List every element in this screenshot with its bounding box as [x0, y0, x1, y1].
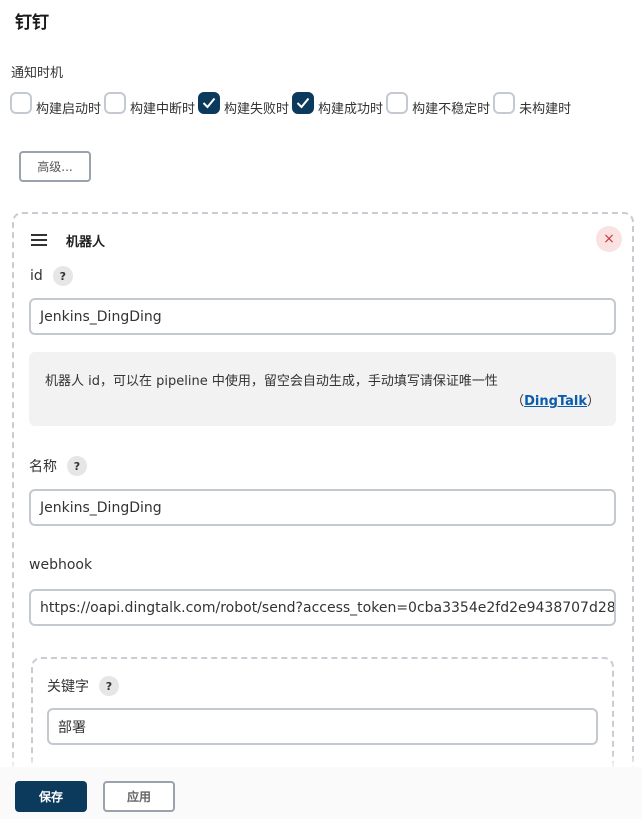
- checkbox-label: 未构建时: [519, 101, 572, 117]
- close-icon[interactable]: ×: [596, 226, 622, 252]
- id-help-box: 机器人 id，可以在 pipeline 中使用，留空会自动生成，手动填写请保证唯…: [29, 352, 616, 426]
- id-input[interactable]: Jenkins_DingDing: [29, 298, 616, 335]
- checkbox[interactable]: [10, 92, 32, 114]
- webhook-label-text: webhook: [29, 557, 93, 573]
- keyword-label-text: 关键字: [47, 679, 89, 695]
- checkbox[interactable]: [198, 92, 221, 114]
- webhook-input[interactable]: https://oapi.dingtalk.com/robot/send?acc…: [29, 589, 616, 626]
- save-button[interactable]: 保存: [15, 781, 87, 812]
- page-title: 钉钉: [15, 13, 49, 33]
- help-icon[interactable]: ?: [67, 456, 87, 476]
- bottom-action-bar: [0, 767, 642, 819]
- notify-option-abort[interactable]: 构建中断时: [104, 92, 196, 117]
- keyword-field-label: 关键字 ?: [47, 676, 119, 696]
- name-input[interactable]: Jenkins_DingDing: [29, 489, 616, 526]
- checkbox-label: 构建启动时: [36, 101, 102, 117]
- drag-handle-icon[interactable]: [31, 234, 47, 249]
- id-field-label: id ?: [30, 266, 73, 286]
- notify-option-start[interactable]: 构建启动时: [10, 92, 102, 117]
- id-help-text: 机器人 id，可以在 pipeline 中使用，留空会自动生成，手动填写请保证唯…: [45, 374, 498, 389]
- help-icon[interactable]: ?: [99, 676, 119, 696]
- dingtalk-link[interactable]: DingTalk: [524, 394, 587, 409]
- checkbox-label: 构建失败时: [224, 101, 290, 117]
- checkbox[interactable]: [292, 92, 315, 114]
- checkbox[interactable]: [104, 92, 127, 114]
- keyword-input[interactable]: 部署: [47, 708, 598, 745]
- checkbox[interactable]: [493, 92, 516, 114]
- check-icon: [202, 97, 216, 109]
- advanced-button[interactable]: 高级...: [19, 151, 91, 182]
- help-icon[interactable]: ?: [52, 266, 73, 286]
- webhook-field-label: webhook: [29, 557, 92, 573]
- notify-option-failure[interactable]: 构建失败时: [198, 92, 290, 117]
- help-source: （DingTalk）: [511, 390, 600, 409]
- notify-option-success[interactable]: 构建成功时: [292, 92, 384, 117]
- id-label-text: id: [30, 268, 43, 284]
- checkbox-label: 构建中断时: [130, 101, 196, 117]
- robot-card-title: 机器人: [66, 235, 106, 250]
- checkbox-label: 构建不稳定时: [412, 101, 491, 117]
- notify-option-not-built[interactable]: 未构建时: [493, 92, 572, 117]
- notify-timing-label: 通知时机: [11, 66, 64, 81]
- help-link-prefix: （: [511, 394, 525, 409]
- notify-option-unstable[interactable]: 构建不稳定时: [386, 92, 491, 117]
- name-label-text: 名称: [29, 459, 57, 475]
- name-field-label: 名称 ?: [29, 456, 87, 476]
- checkbox[interactable]: [386, 92, 409, 114]
- checkbox-label: 构建成功时: [318, 101, 384, 117]
- notify-options: 构建启动时 构建中断时 构建失败时 构建成功时 构建不稳定时 未构建时: [10, 92, 574, 117]
- check-icon: [296, 97, 310, 109]
- help-link-suffix: ）: [586, 394, 600, 409]
- apply-button[interactable]: 应用: [103, 781, 175, 812]
